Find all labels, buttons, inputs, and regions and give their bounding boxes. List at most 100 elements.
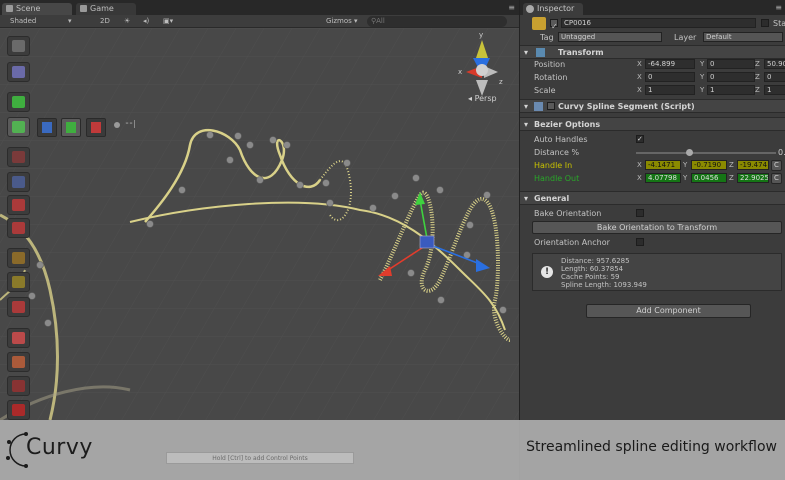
mode-2d-toggle[interactable]: 2D [100, 16, 110, 27]
perspective-label[interactable]: ◂ Persp [468, 94, 497, 103]
handle-in-y-field[interactable]: -0.7190 [691, 160, 727, 170]
general-header[interactable]: ▾ General [520, 191, 785, 205]
rotate-mode-button[interactable] [86, 118, 106, 137]
bake-orientation-row: Bake Orientation [520, 207, 785, 220]
active-checkbox[interactable]: ✓ [550, 19, 558, 31]
panel-menu-icon[interactable]: ≡ [775, 3, 782, 12]
effects-icon[interactable]: ▣▾ [163, 16, 173, 27]
bake-orientation-button[interactable]: Bake Orientation to Transform [532, 221, 782, 234]
handle-out-copy-button[interactable]: C [771, 173, 782, 184]
control-point[interactable] [206, 131, 214, 139]
auto-handles-checkbox[interactable]: ✓ [636, 135, 644, 143]
static-checkbox[interactable] [761, 19, 769, 27]
select-mode-button[interactable] [37, 118, 57, 137]
search-input[interactable]: ⚲All [367, 16, 507, 27]
control-point[interactable] [412, 174, 420, 182]
bake-orientation-checkbox[interactable] [636, 209, 644, 217]
layer-dropdown[interactable]: Default [703, 32, 783, 42]
position-x-field[interactable]: -64.899 [645, 59, 695, 69]
control-point[interactable] [437, 296, 445, 304]
object-name-field[interactable]: CP0016 [561, 18, 756, 28]
rotation-y-field[interactable]: 0 [707, 72, 755, 82]
tool-button-6[interactable] [7, 376, 30, 396]
rotation-z-field[interactable]: 0 [764, 72, 785, 82]
scale-z-field[interactable]: 1 [764, 85, 785, 95]
handle-out-y-field[interactable]: 0.0456 [691, 173, 727, 183]
tag-dropdown[interactable]: Untagged [558, 32, 662, 42]
control-point[interactable] [466, 221, 474, 229]
tool-button-7[interactable] [7, 400, 30, 420]
distance-slider-track[interactable] [636, 152, 776, 154]
scale-x-field[interactable]: 1 [645, 85, 695, 95]
scale-y-field[interactable]: 1 [707, 85, 755, 95]
add-component-button[interactable]: Add Component [586, 304, 751, 318]
orientation-anchor-checkbox[interactable] [636, 238, 644, 246]
game-icon [80, 5, 87, 12]
view-tool-button[interactable] [7, 62, 30, 82]
move-mode-button[interactable] [61, 118, 81, 137]
control-point[interactable] [178, 186, 186, 194]
previous-button[interactable] [7, 195, 30, 215]
control-point[interactable] [246, 141, 254, 149]
control-point[interactable] [322, 179, 330, 187]
control-point[interactable] [436, 186, 444, 194]
segment-header[interactable]: ▾ Curvy Spline Segment (Script) [520, 99, 785, 113]
control-point[interactable] [283, 141, 291, 149]
gizmos-dropdown[interactable]: Gizmos ▾ [326, 16, 358, 27]
z-axis-label: Z [729, 161, 734, 169]
transform-header[interactable]: ▾ Transform [520, 45, 785, 59]
tab-inspector[interactable]: Inspector [523, 3, 583, 15]
control-point[interactable] [36, 261, 44, 269]
position-y-field[interactable]: 0 [707, 59, 755, 69]
bezier-title: Bezier Options [534, 120, 601, 129]
distance-value[interactable]: 0. [778, 146, 785, 159]
control-point[interactable] [226, 156, 234, 164]
bezier-header[interactable]: ▾ Bezier Options [520, 117, 785, 131]
points-button[interactable] [7, 172, 30, 192]
delete-point-button[interactable] [7, 147, 30, 167]
handle-in-z-field[interactable]: -19.474 [737, 160, 769, 170]
audio-icon[interactable]: ◂) [143, 16, 149, 27]
tab-scene[interactable]: Scene [2, 3, 72, 15]
draw-tool-button[interactable] [7, 117, 30, 137]
add-point-button[interactable] [7, 92, 30, 112]
tab-game[interactable]: Game [76, 3, 136, 15]
tool-button-4[interactable] [7, 328, 30, 348]
tool-button-3[interactable] [7, 297, 30, 317]
slider-icon[interactable]: ⁃⁃| [125, 119, 145, 133]
tool-button-1[interactable] [7, 248, 30, 268]
shading-dropdown[interactable]: Shaded [10, 16, 36, 27]
control-point[interactable] [407, 269, 415, 277]
tab-scene-label: Scene [16, 4, 41, 13]
control-point[interactable] [269, 136, 277, 144]
control-point[interactable] [256, 176, 264, 184]
distance-slider-handle[interactable] [686, 149, 693, 156]
lighting-icon[interactable]: ☀ [124, 16, 130, 27]
next-button[interactable] [7, 218, 30, 238]
rotation-x-field[interactable]: 0 [645, 72, 695, 82]
tool-button-5[interactable] [7, 352, 30, 372]
handle-in-copy-button[interactable]: C [771, 160, 782, 171]
control-point[interactable] [326, 199, 334, 207]
object-header: ✓ CP0016 Sta [520, 17, 785, 31]
position-z-field[interactable]: 50.90 [764, 59, 785, 69]
segment-enabled-checkbox[interactable] [547, 102, 555, 110]
control-point[interactable] [499, 306, 507, 314]
handle-out-z-field[interactable]: 22.9025 [737, 173, 769, 183]
x-axis-label: X [637, 86, 642, 94]
handle-out-x-field[interactable]: 4.07798 [645, 173, 681, 183]
control-point[interactable] [44, 319, 52, 327]
control-point[interactable] [146, 220, 154, 228]
dot-icon[interactable] [114, 122, 120, 128]
control-point[interactable] [483, 191, 491, 199]
control-point[interactable] [369, 204, 377, 212]
panel-menu-icon[interactable]: ≡ [508, 3, 515, 12]
scene-viewport[interactable]: y x z [0, 28, 519, 420]
share-tool-button[interactable] [7, 36, 30, 56]
control-point[interactable] [234, 132, 242, 140]
control-point[interactable] [391, 192, 399, 200]
control-point[interactable] [343, 159, 351, 167]
handle-in-x-field[interactable]: -4.1471 [645, 160, 681, 170]
control-point[interactable] [296, 181, 304, 189]
tool-button-2[interactable] [7, 272, 30, 292]
